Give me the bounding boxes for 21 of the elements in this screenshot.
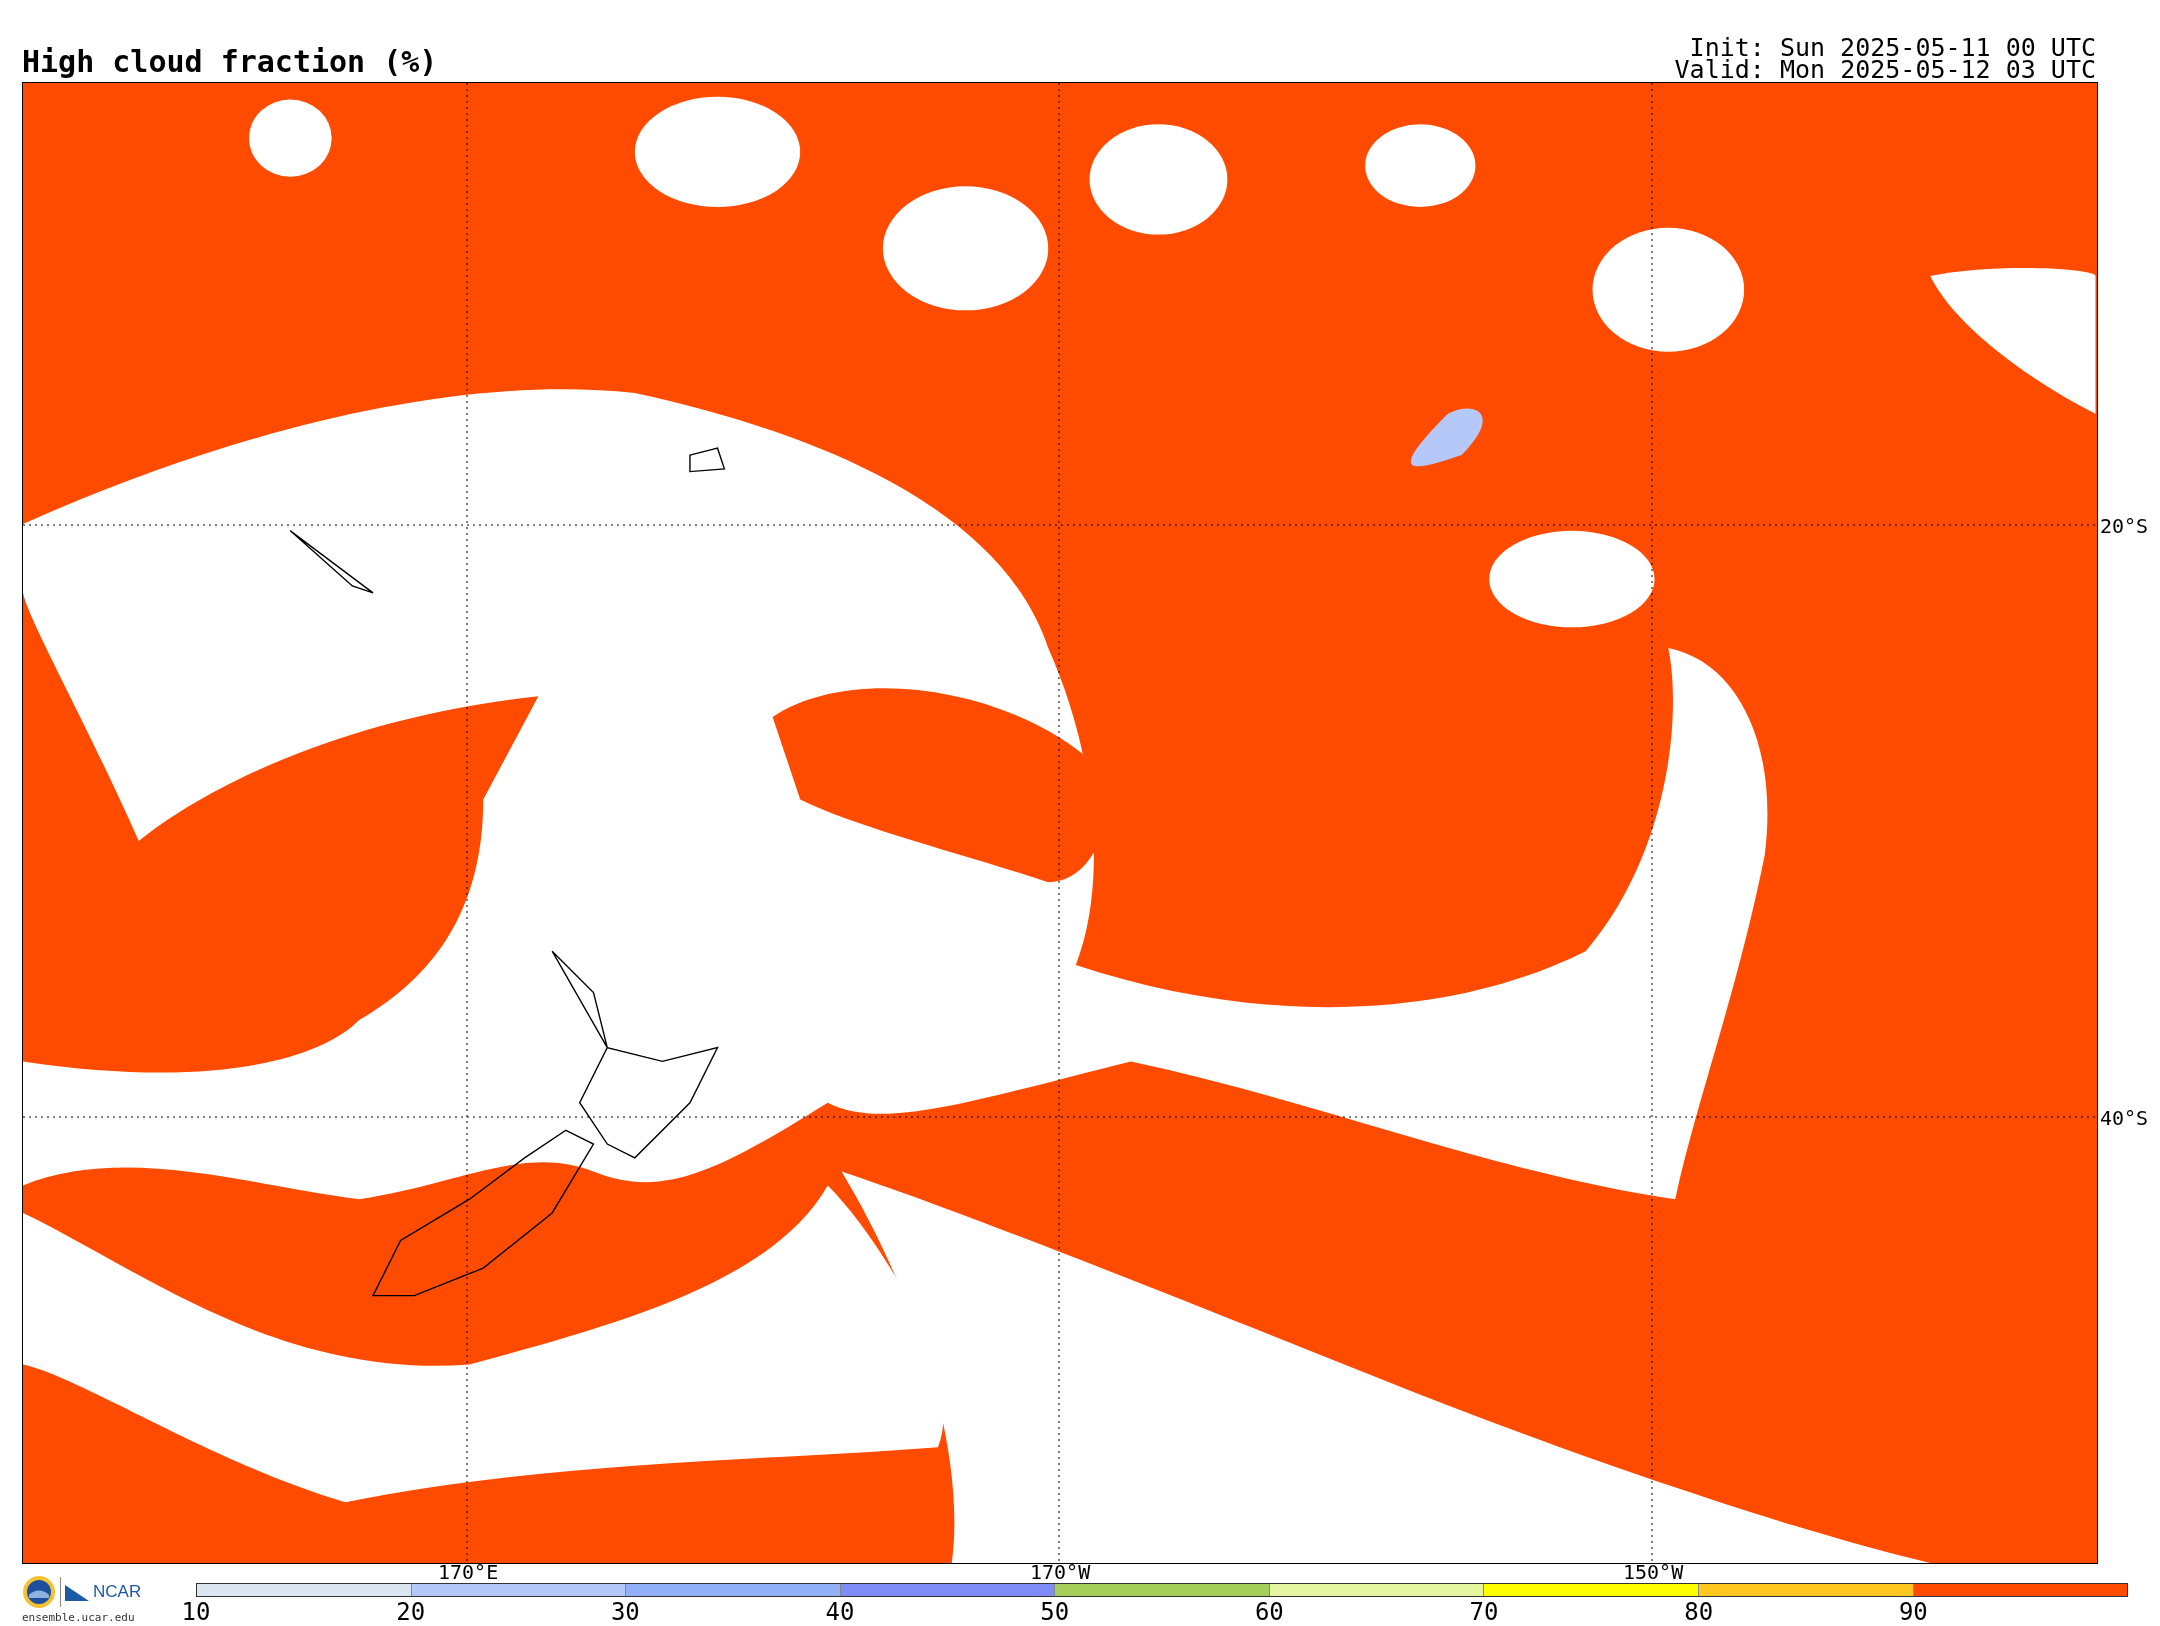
scale-label: 20 xyxy=(395,1599,427,1625)
seal-icon xyxy=(22,1575,56,1609)
scale-label: 90 xyxy=(1897,1599,1929,1625)
logo-text: NCAR xyxy=(93,1582,142,1602)
scale-label: 60 xyxy=(1253,1599,1285,1625)
latitude-label: 20°S xyxy=(2100,514,2149,538)
longitude-label: 170°E xyxy=(438,1561,498,1583)
logo-icon xyxy=(65,1583,89,1601)
scale-label: 50 xyxy=(1039,1599,1071,1625)
scale-label: 40 xyxy=(824,1599,856,1625)
scale-label: 80 xyxy=(1683,1599,1715,1625)
latitude-label: 40°S xyxy=(2100,1106,2149,1130)
scale-label: 30 xyxy=(609,1599,641,1625)
longitude-label: 170°W xyxy=(1030,1561,1090,1583)
chart-title: High cloud fraction (%) xyxy=(22,45,438,79)
site-url: ensemble.ucar.edu xyxy=(22,1611,136,1624)
scale-label: 10 xyxy=(180,1599,212,1625)
run-time-text: Valid: Mon 2025-05-12 03 UTC xyxy=(1674,59,2096,81)
scale-label: 70 xyxy=(1468,1599,1500,1625)
longitude-label: 150°W xyxy=(1623,1561,1683,1583)
run-time-text: Init: Sun 2025-05-11 00 UTC xyxy=(1689,37,2096,59)
